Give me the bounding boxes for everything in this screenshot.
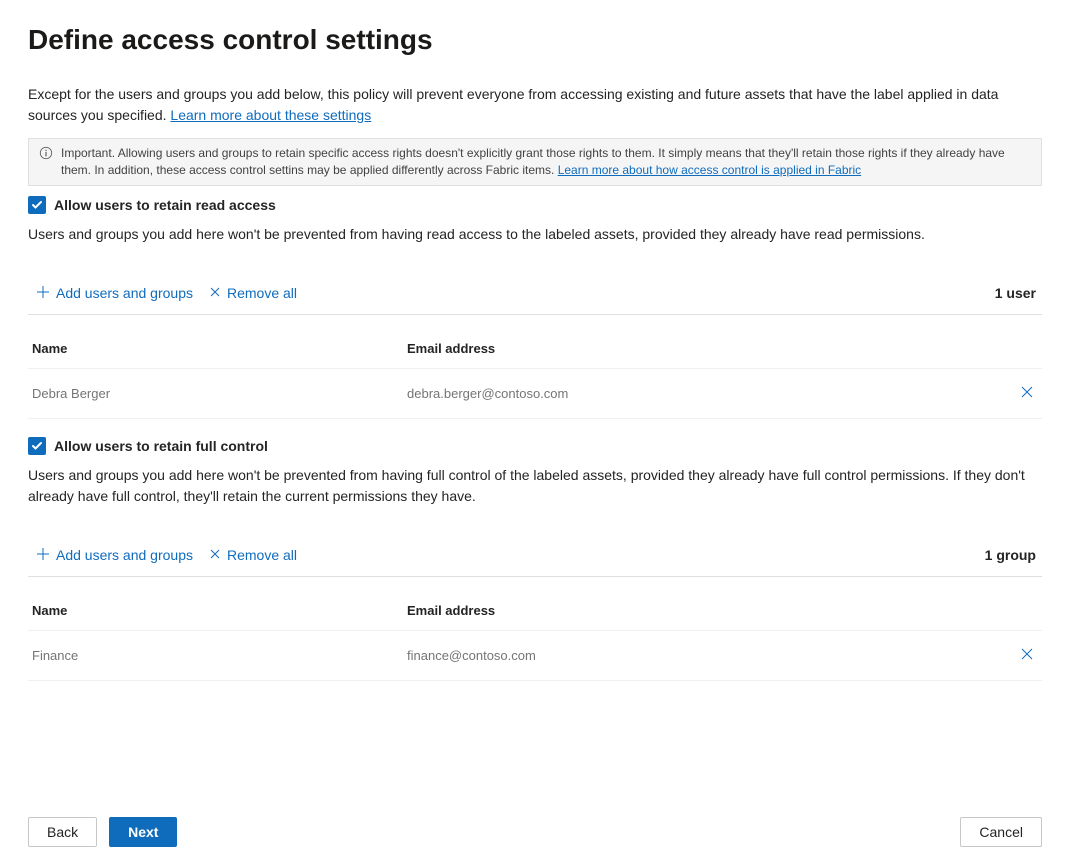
read-col-name: Name [32, 341, 407, 356]
read-remove-label: Remove all [227, 285, 297, 301]
cancel-button[interactable]: Cancel [960, 817, 1042, 847]
info-banner: Important. Allowing users and groups to … [28, 138, 1042, 186]
full-control-label: Allow users to retain full control [54, 438, 268, 454]
full-add-label: Add users and groups [56, 547, 193, 563]
info-text: Important. Allowing users and groups to … [61, 146, 1005, 177]
read-count: 1 user [995, 285, 1042, 301]
read-add-label: Add users and groups [56, 285, 193, 301]
full-remove-label: Remove all [227, 547, 297, 563]
close-icon [209, 547, 221, 563]
remove-row-button[interactable] [1016, 643, 1038, 668]
close-icon [209, 285, 221, 301]
learn-more-link[interactable]: Learn more about these settings [170, 107, 371, 123]
full-col-name: Name [32, 603, 407, 618]
full-count: 1 group [985, 547, 1042, 563]
read-add-button[interactable]: Add users and groups [28, 279, 201, 308]
plus-icon [36, 547, 50, 564]
full-description: Users and groups you add here won't be p… [28, 465, 1042, 507]
row-name: Finance [32, 648, 407, 663]
read-access-checkbox[interactable] [28, 196, 46, 214]
full-table-header: Name Email address [28, 591, 1042, 631]
table-row: Debra Berger debra.berger@contoso.com [28, 369, 1042, 419]
read-col-email: Email address [407, 341, 998, 356]
full-toolbar: Add users and groups Remove all 1 group [28, 535, 1042, 577]
remove-row-button[interactable] [1016, 381, 1038, 406]
full-control-checkbox-row: Allow users to retain full control [28, 437, 1042, 455]
info-link[interactable]: Learn more about how access control is a… [558, 163, 862, 177]
page-title: Define access control settings [28, 24, 1042, 56]
full-control-checkbox[interactable] [28, 437, 46, 455]
read-toolbar: Add users and groups Remove all 1 user [28, 273, 1042, 315]
row-email: finance@contoso.com [407, 648, 998, 663]
intro-paragraph: Except for the users and groups you add … [28, 84, 1042, 126]
close-icon [1020, 647, 1034, 664]
info-icon [39, 145, 53, 165]
footer-bar: Back Next Cancel [0, 803, 1070, 861]
back-button[interactable]: Back [28, 817, 97, 847]
row-name: Debra Berger [32, 386, 407, 401]
read-table-header: Name Email address [28, 329, 1042, 369]
next-button[interactable]: Next [109, 817, 177, 847]
read-description: Users and groups you add here won't be p… [28, 224, 1042, 245]
plus-icon [36, 285, 50, 302]
full-col-email: Email address [407, 603, 998, 618]
full-remove-button[interactable]: Remove all [201, 541, 305, 569]
close-icon [1020, 385, 1034, 402]
row-email: debra.berger@contoso.com [407, 386, 998, 401]
read-access-label: Allow users to retain read access [54, 197, 276, 213]
read-access-checkbox-row: Allow users to retain read access [28, 196, 1042, 214]
table-row: Finance finance@contoso.com [28, 631, 1042, 681]
read-remove-button[interactable]: Remove all [201, 279, 305, 307]
full-add-button[interactable]: Add users and groups [28, 541, 201, 570]
